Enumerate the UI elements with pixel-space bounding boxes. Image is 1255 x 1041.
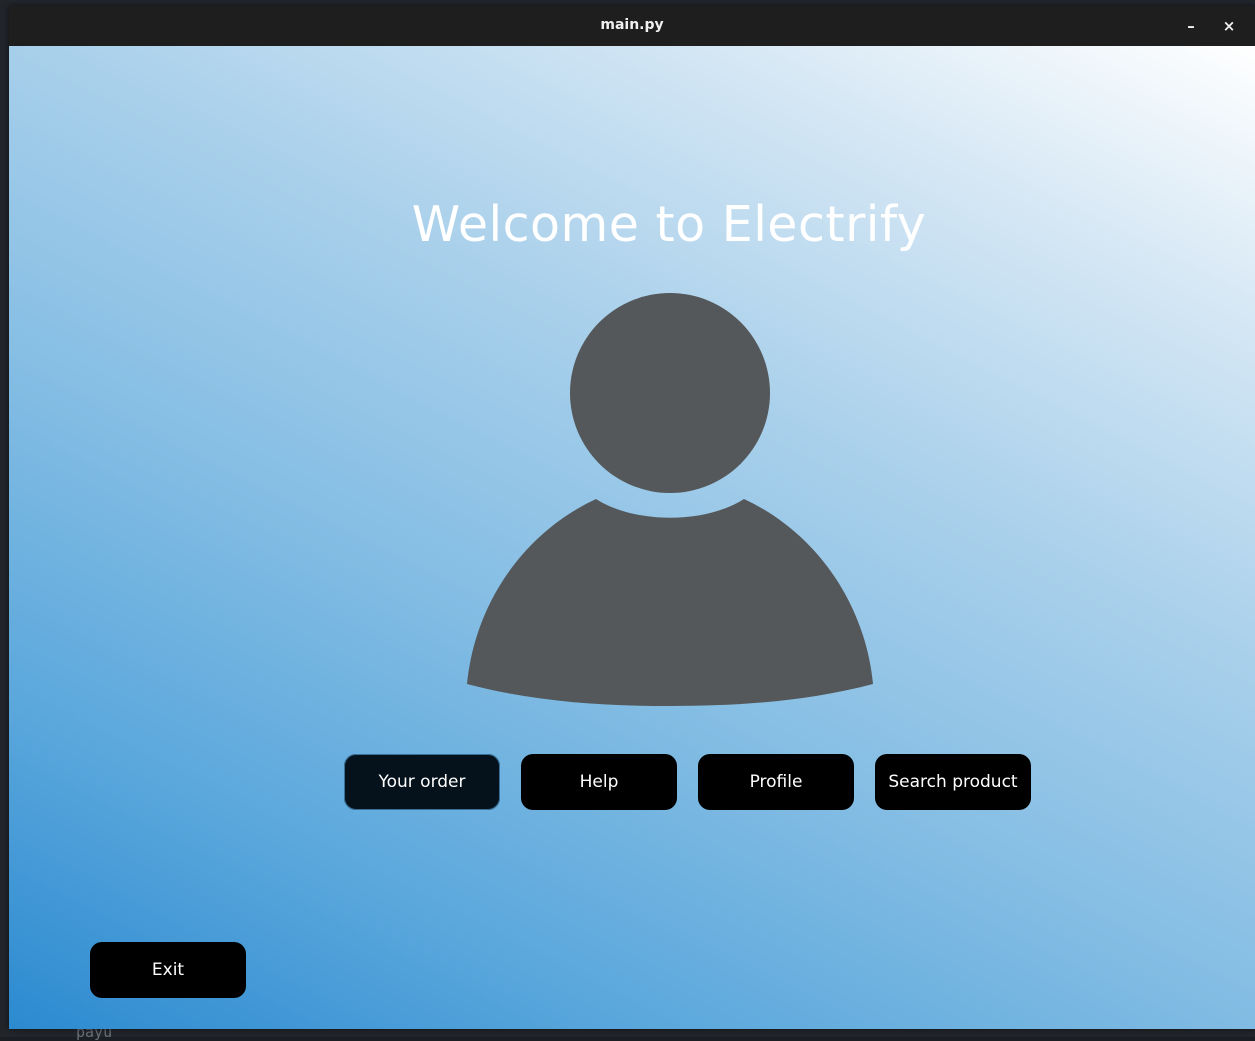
- welcome-heading: Welcome to Electrify: [411, 196, 927, 253]
- window-title: main.py: [600, 17, 664, 33]
- search-product-button[interactable]: Search product: [875, 754, 1031, 810]
- minimize-button[interactable]: –: [1181, 16, 1201, 36]
- help-button[interactable]: Help: [521, 754, 677, 810]
- exit-button[interactable]: Exit: [90, 942, 246, 998]
- title-bar[interactable]: main.py – ×: [9, 6, 1255, 46]
- app-window: main.py – × Welcome to Electrify Your or…: [9, 6, 1255, 1029]
- your-order-button[interactable]: Your order: [344, 754, 500, 810]
- main-content: Welcome to Electrify Your order Help Pro…: [9, 46, 1255, 1029]
- user-silhouette-icon: [467, 293, 873, 706]
- close-button[interactable]: ×: [1219, 16, 1239, 36]
- profile-button[interactable]: Profile: [698, 754, 854, 810]
